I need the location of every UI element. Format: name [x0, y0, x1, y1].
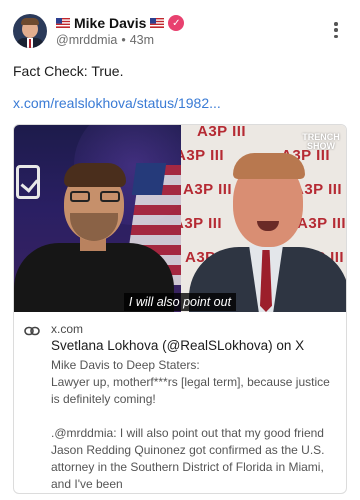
link-domain: x.com [51, 322, 84, 336]
author-handle[interactable]: @mrddmia [56, 33, 117, 47]
author-name-row: Mike Davis ✓ [56, 15, 185, 31]
meta-separator: • [121, 33, 126, 47]
link-preview-card[interactable]: A3P III A3P III A3P III A3P III A3P III … [13, 124, 347, 494]
post-meta: @mrddmia • 43m [56, 33, 154, 47]
show-watermark: TRENCH SHOW [302, 132, 340, 151]
post-timestamp[interactable]: 43m [130, 33, 154, 47]
caption-text: I will also point out [123, 293, 237, 311]
post-link[interactable]: x.com/realslokhova/status/1982... [13, 95, 221, 111]
right-speaker-frame: A3P III A3P III A3P III A3P III A3P III … [181, 125, 346, 312]
description-paragraph: Mike Davis to Deep Staters: Lawyer up, m… [51, 358, 330, 406]
backdrop-brand: A3P III [297, 215, 346, 232]
show-logo-icon [16, 165, 40, 199]
us-flag-icon [150, 18, 165, 28]
video-thumbnail[interactable]: A3P III A3P III A3P III A3P III A3P III … [14, 125, 346, 312]
us-flag-icon [56, 18, 70, 28]
backdrop-brand: A3P III [181, 215, 223, 232]
author-avatar[interactable] [13, 14, 47, 48]
description-paragraph: .@mrddmia: I will also point out that my… [51, 426, 325, 491]
post-card: Mike Davis ✓ @mrddmia • 43m Fact Check: … [0, 0, 360, 500]
verified-badge-icon: ✓ [168, 15, 185, 31]
link-description: Mike Davis to Deep Staters: Lawyer up, m… [51, 357, 341, 493]
link-title[interactable]: Svetlana Lokhova (@RealSLokhova) on X [51, 338, 304, 353]
link-icon [24, 326, 40, 336]
post-text: Fact Check: True. [13, 63, 124, 79]
backdrop-brand: A3P III [183, 181, 233, 198]
more-vertical-icon[interactable] [328, 20, 344, 40]
author-name[interactable]: Mike Davis [74, 15, 146, 31]
video-caption: I will also point out [14, 293, 346, 311]
left-speaker-frame [14, 125, 181, 312]
backdrop-brand: A3P III [181, 147, 225, 164]
backdrop-brand: A3P III [197, 125, 247, 140]
